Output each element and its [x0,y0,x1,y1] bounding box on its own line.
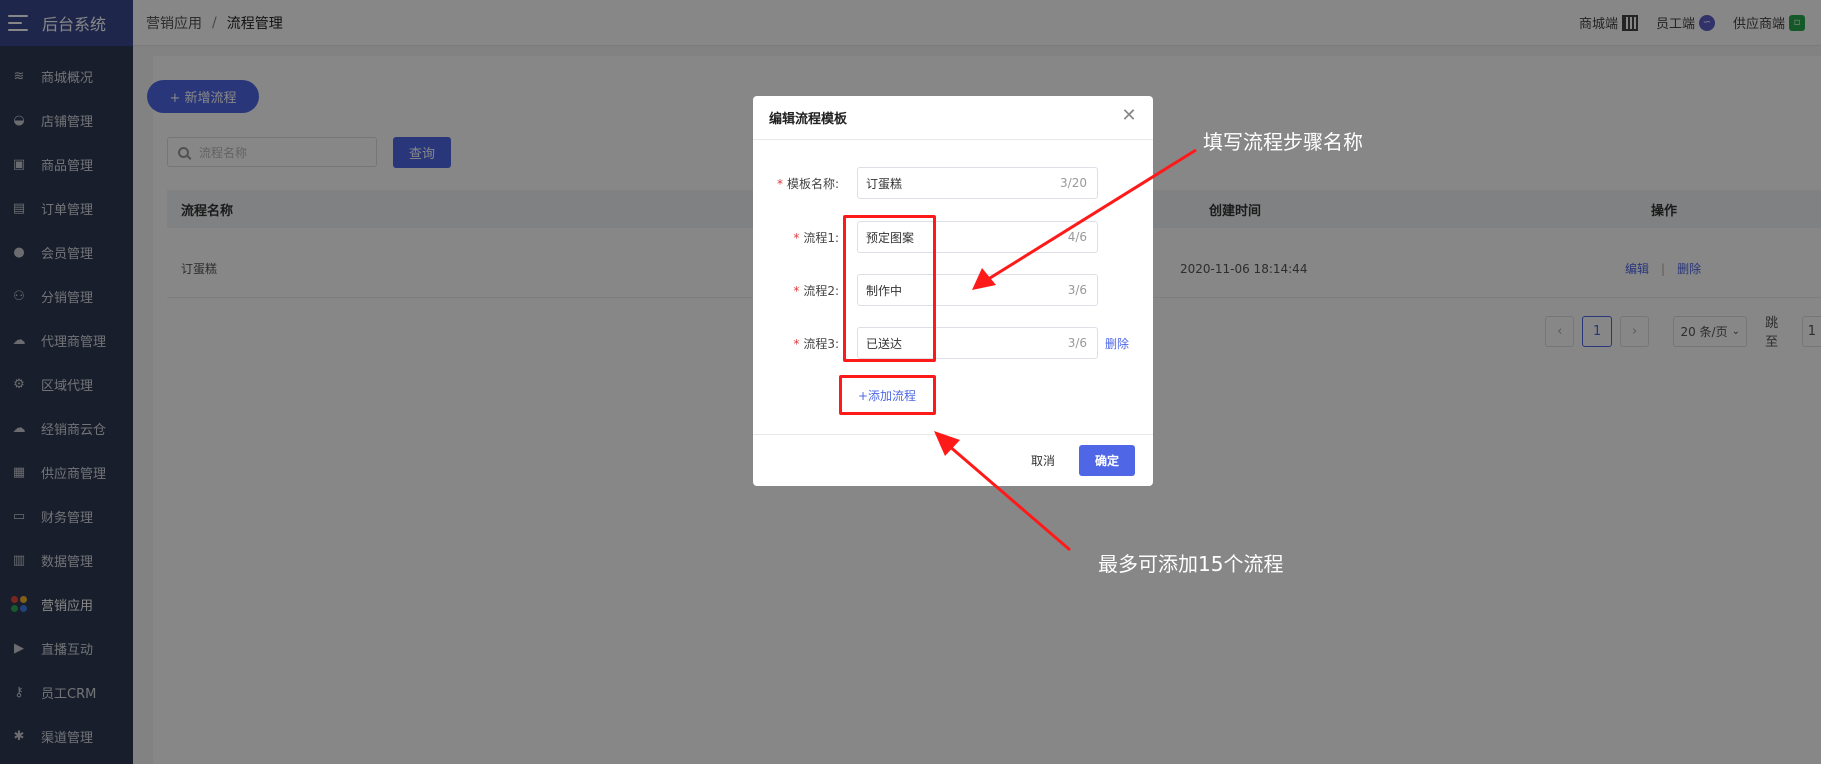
flow-row-1: * 流程1: 预定图案 4/6 [753,221,1153,253]
flow-row-2: * 流程2: 制作中 3/6 [753,274,1153,306]
template-name-input[interactable]: 订蛋糕 3/20 [857,167,1098,199]
flow-label-3: * 流程3: [793,336,839,351]
modal-footer: 取消 确定 [753,434,1153,486]
flow-label-2: * 流程2: [793,283,839,298]
flow-count-2: 3/6 [1067,283,1087,297]
flow-row-3: * 流程3: 已送达 3/6 删除 [753,327,1153,359]
cancel-button[interactable]: 取消 [1031,452,1055,469]
edit-flow-template-modal: 编辑流程模板 ✕ * 模板名称: 订蛋糕 3/20 * 流程1: 预定图案 4/6 * 流… [753,96,1153,486]
close-icon[interactable]: ✕ [1121,107,1137,125]
flow-delete-button-3[interactable]: 删除 [1105,335,1129,352]
flow-label-1: * 流程1: [793,230,839,245]
confirm-button[interactable]: 确定 [1079,445,1135,476]
template-name-label: * 模板名称: [776,176,839,191]
flow-count-3: 3/6 [1067,336,1087,350]
modal-title: 编辑流程模板 [753,96,1153,140]
template-name-count: 3/20 [1060,176,1087,190]
annotation-note-fill-names: 填写流程步骤名称 [1203,130,1363,154]
template-name-row: * 模板名称: 订蛋糕 3/20 [753,167,1153,199]
annotation-note-max-flows: 最多可添加15个流程 [1098,552,1284,576]
annotation-box-add-flow [839,375,936,415]
annotation-box-flow-inputs [843,215,936,362]
flow-count-1: 4/6 [1067,230,1087,244]
